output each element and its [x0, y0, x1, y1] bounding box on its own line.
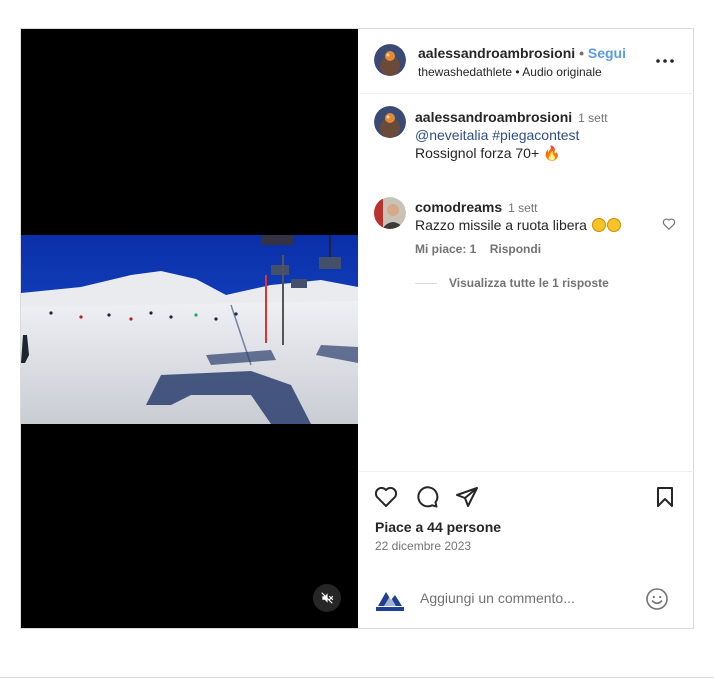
comment-input[interactable] [420, 590, 630, 606]
mute-button[interactable] [313, 584, 341, 612]
caption-username[interactable]: aalessandroambrosioni [415, 109, 572, 125]
post-card: aalessandroambrosioni • Segui thewasheda… [20, 28, 694, 629]
caption-avatar[interactable] [374, 106, 406, 138]
viewer-avatar[interactable] [374, 584, 406, 616]
comment-text: Razzo missile a ruota libera [415, 217, 587, 233]
caption-avatar-image [374, 106, 406, 138]
heart-icon[interactable] [374, 485, 398, 509]
neveitalia-logo [374, 584, 406, 616]
share-icon[interactable] [455, 485, 479, 509]
author-avatar-image [374, 44, 406, 76]
comment-actions: Mi piace: 1 Rispondi [415, 242, 551, 256]
video-frame[interactable] [21, 235, 358, 424]
comment-like-heart-icon[interactable] [662, 217, 676, 231]
caption-text: Rossignol forza 70+ 🔥 [415, 145, 561, 161]
commenter-avatar-image [374, 197, 406, 229]
more-horizontal-icon[interactable] [655, 54, 675, 68]
commenter-username[interactable]: comodreams [415, 199, 502, 215]
author-avatar[interactable] [374, 44, 406, 76]
caption-time[interactable]: 1 sett [578, 111, 607, 125]
separator-dot: • [579, 45, 584, 61]
audio-subtitle[interactable]: thewashedathlete • Audio originale [418, 65, 602, 79]
video-player[interactable] [21, 29, 358, 628]
laughing-emoji-icon [591, 218, 606, 232]
comment-icon[interactable] [415, 485, 439, 509]
page-divider [0, 677, 714, 678]
post-sidebar: aalessandroambrosioni • Segui thewasheda… [359, 29, 694, 628]
bookmark-icon[interactable] [653, 485, 677, 509]
author-username[interactable]: aalessandroambrosioni [418, 45, 575, 61]
hashtag-link[interactable]: #piegacontest [492, 127, 579, 143]
commenter-avatar[interactable] [374, 197, 406, 229]
comment-likes-count[interactable]: Mi piace: 1 [415, 242, 476, 256]
view-replies-button[interactable]: Visualizza tutte le 1 risposte [415, 276, 609, 290]
comment-time[interactable]: 1 sett [508, 201, 537, 215]
replies-divider [415, 283, 437, 285]
follow-button[interactable]: Segui [588, 45, 626, 61]
mention-link[interactable]: @neveitalia [415, 127, 488, 143]
caption-tags: @neveitalia #piegacontest [415, 127, 579, 143]
actions-bar [359, 471, 694, 472]
comment-box [359, 570, 694, 628]
post-date[interactable]: 22 dicembre 2023 [375, 539, 471, 553]
volume-muted-icon [321, 592, 334, 604]
laughing-emoji-icon [606, 218, 621, 232]
reply-button[interactable]: Rispondi [490, 242, 541, 256]
view-replies-label: Visualizza tutte le 1 risposte [449, 276, 609, 290]
post-header: aalessandroambrosioni • Segui thewasheda… [359, 29, 694, 94]
likes-count[interactable]: Piace a 44 persone [375, 519, 501, 535]
emoji-picker-icon[interactable] [645, 587, 669, 611]
